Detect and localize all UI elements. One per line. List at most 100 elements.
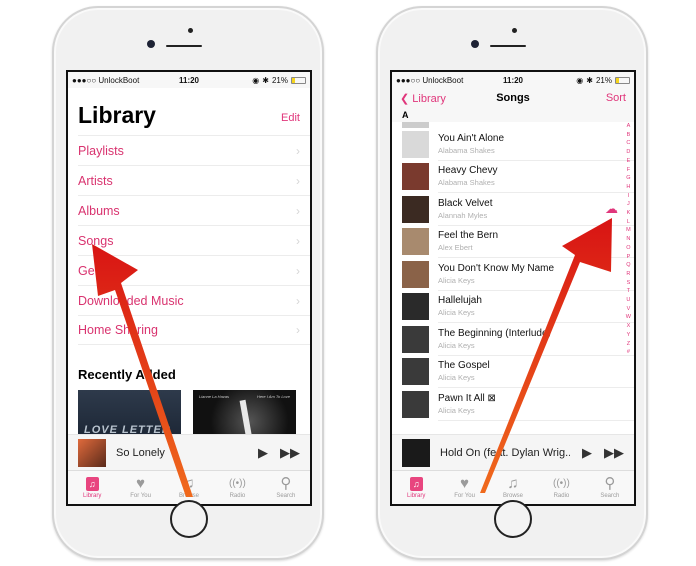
tab-label: For You [130,493,151,499]
index-letter[interactable]: V [627,305,631,314]
chevron-right-icon: › [296,203,300,218]
proximity-sensor [512,28,517,33]
mini-player[interactable]: Hold On (feat. Dylan Wrig... ▶ ▶▶ [392,434,634,470]
item-label: Albums [78,203,120,218]
heart-icon: ♥ [136,475,146,492]
index-letter[interactable]: J [627,200,630,209]
index-letter[interactable]: S [627,279,631,288]
library-item-home-sharing[interactable]: Home Sharing › [78,315,310,345]
song-title: The Gospel [438,360,490,372]
song-row[interactable]: The Gospel Alicia Keys [392,356,634,388]
library-item-playlists[interactable]: Playlists › [78,135,310,165]
tab-library[interactable]: ♫ Library [392,471,440,504]
index-letter[interactable]: H [626,183,630,192]
item-label: Genres [78,263,119,278]
tab-library[interactable]: ♫ Library [68,471,116,504]
index-letter[interactable]: W [626,313,631,322]
index-letter[interactable]: A [627,122,631,131]
index-letter[interactable]: E [627,157,631,166]
index-letter[interactable]: B [627,131,631,140]
play-icon[interactable]: ▶ [258,445,268,461]
song-title: Feel the Bern [438,230,499,242]
index-letter[interactable]: R [626,270,630,279]
heart-icon: ♥ [460,475,470,492]
home-button[interactable] [170,500,208,538]
index-letter[interactable]: X [627,322,631,331]
section-header: A [392,108,634,122]
song-artist: Alicia Keys [438,340,475,350]
index-letter[interactable]: K [627,209,631,218]
index-letter[interactable]: C [626,139,630,148]
index-letter[interactable]: N [626,235,630,244]
library-item-downloaded-music[interactable]: Downloaded Music › [78,285,310,315]
index-letter[interactable]: G [626,174,630,183]
chevron-right-icon: › [296,293,300,308]
song-artwork [402,130,429,158]
index-letter[interactable]: U [626,296,630,305]
library-item-genres[interactable]: Genres › [78,255,310,285]
song-row[interactable]: Black Velvet Alannah Myles ☁ [392,193,634,226]
cloud-download-icon[interactable]: ☁ [605,201,618,217]
tab-radio[interactable]: ((•)) Radio [213,471,261,504]
tab-for-you[interactable]: ♥ For You [116,471,164,504]
song-row[interactable]: You Ain't Alone Alabama Shakes [392,128,634,161]
index-letter[interactable]: Y [627,331,631,340]
chevron-right-icon: › [296,263,300,278]
index-letter[interactable]: L [627,218,630,227]
home-button[interactable] [494,500,532,538]
song-artist: Alicia Keys [438,308,475,318]
now-playing-title: So Lonely [116,446,165,459]
tab-label: Radio [553,493,570,499]
index-letter[interactable]: M [626,226,631,235]
item-label: Home Sharing [78,323,158,337]
index-letter[interactable]: Q [626,261,630,270]
song-row[interactable]: Hallelujah Alicia Keys [392,291,634,323]
back-button[interactable]: ❮ Library [400,92,446,105]
library-item-songs[interactable]: Songs › [78,225,310,255]
alphabet-index[interactable]: A B C D E F G H I J K L M N O P Q R S T U V W X Y Z # [626,122,631,357]
index-letter[interactable]: D [626,148,630,157]
song-row[interactable]: You Don't Know My Name Alicia Keys [392,258,634,291]
sort-button[interactable]: Sort [606,92,626,104]
index-letter[interactable]: F [627,166,630,175]
song-row[interactable]: Pawn It All ⊠ Alicia Keys [392,388,634,421]
index-letter[interactable]: T [627,287,630,296]
earpiece-speaker [490,45,526,47]
status-time: 11:20 [178,75,200,85]
song-artist: Alabama Shakes [438,145,495,155]
edit-button[interactable]: Edit [281,112,300,129]
tab-label: Browse [503,493,524,499]
song-row[interactable]: Feel the Bern Alex Ebert [392,226,634,258]
song-list: You Ain't Alone Alabama Shakes Heavy Chevy… [392,128,634,421]
song-title: Heavy Chevy [438,165,498,177]
search-icon: ⚲ [604,475,616,492]
index-letter[interactable]: I [628,192,630,201]
song-artwork [402,228,429,256]
tab-search[interactable]: ⚲ Search [586,471,634,504]
song-title: You Don't Know My Name [438,262,555,274]
mini-player[interactable]: So Lonely ▶ ▶▶ [68,434,310,470]
tab-radio[interactable]: ((•)) Radio [537,471,585,504]
library-item-albums[interactable]: Albums › [78,195,310,225]
library-icon: ♫ [85,477,99,491]
fast-forward-icon[interactable]: ▶▶ [604,445,624,461]
library-icon: ♫ [409,477,423,491]
index-letter[interactable]: Z [627,340,630,349]
index-letter[interactable]: O [626,244,630,253]
tab-label: Library [83,493,102,499]
song-row[interactable]: The Beginning (Interlude) Alicia Keys [392,323,634,356]
fast-forward-icon[interactable]: ▶▶ [280,445,300,461]
play-icon[interactable]: ▶ [582,445,592,461]
chevron-right-icon: › [296,143,300,158]
song-artist: Alicia Keys [438,405,475,415]
song-row[interactable]: Heavy Chevy Alabama Shakes [392,161,634,193]
index-letter[interactable]: # [627,348,630,357]
item-label: Downloaded Music [78,293,184,308]
index-letter[interactable]: P [627,253,631,262]
song-artist: Alicia Keys [438,373,475,383]
tab-search[interactable]: ⚲ Search [262,471,310,504]
battery-icon [291,76,306,84]
library-item-artists[interactable]: Artists › [78,165,310,195]
tab-for-you[interactable]: ♥ For You [440,471,488,504]
status-bar: ●●●○○ UnlockBoot 11:20 ◉ ✱ 21% [68,72,310,88]
